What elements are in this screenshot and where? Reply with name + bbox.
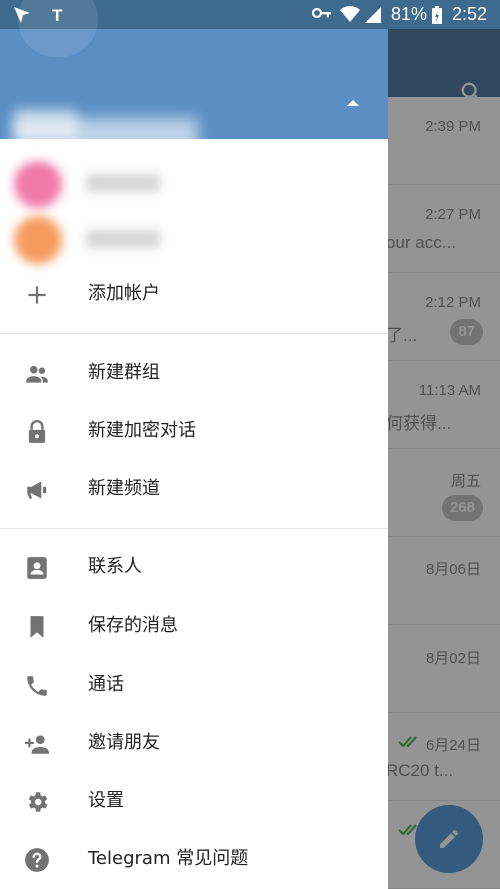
- divider: [0, 333, 388, 334]
- menu-item-label: 新建频道: [88, 478, 160, 499]
- menu-item-label: 新建群组: [88, 362, 160, 383]
- settings-item[interactable]: 设置: [0, 772, 388, 830]
- notification-letter: T: [52, 6, 63, 25]
- send-icon: [14, 7, 30, 23]
- key-icon: [312, 7, 331, 19]
- navigation-drawer: 添加帐户 新建群组 新建加密对话 新建频道 联系人 保存的消息 通话 邀请朋友 …: [0, 0, 388, 889]
- avatar: [14, 160, 62, 208]
- battery-percent: 81%: [391, 4, 428, 24]
- avatar: [14, 216, 62, 264]
- menu-item-label: 联系人: [88, 556, 142, 577]
- gear-icon: [28, 792, 48, 812]
- menu-item-label: 新建加密对话: [88, 420, 196, 441]
- contacts-icon: [27, 557, 47, 579]
- invite-friend-icon: [25, 735, 49, 754]
- menu-item-label: Telegram 常见问题: [88, 848, 249, 869]
- menu-item-label: 添加帐户: [88, 283, 160, 304]
- saved-messages-item[interactable]: 保存的消息: [0, 597, 388, 655]
- menu-item-label: 保存的消息: [88, 615, 178, 636]
- battery-icon: [432, 6, 442, 24]
- account-name-redacted: [86, 174, 160, 192]
- group-icon: [26, 365, 48, 383]
- lock-icon: [28, 420, 46, 443]
- megaphone-icon: [27, 481, 47, 499]
- menu-item-label: 邀请朋友: [88, 732, 160, 753]
- collapse-accounts-icon[interactable]: [346, 98, 360, 108]
- divider: [0, 528, 388, 529]
- invite-friends-item[interactable]: 邀请朋友: [0, 714, 388, 772]
- new-secret-chat-item[interactable]: 新建加密对话: [0, 402, 388, 460]
- help-icon: [25, 848, 49, 872]
- faq-item[interactable]: Telegram 常见问题: [0, 830, 388, 888]
- menu-item-label: 通话: [88, 674, 124, 695]
- status-bar: T 81% 2:52: [0, 0, 500, 57]
- signal-icon: [365, 7, 381, 23]
- new-channel-item[interactable]: 新建频道: [0, 460, 388, 518]
- add-account-button[interactable]: 添加帐户: [0, 265, 388, 323]
- new-group-item[interactable]: 新建群组: [0, 344, 388, 402]
- account-switch-item[interactable]: [0, 152, 388, 210]
- account-name-redacted: [86, 230, 160, 248]
- calls-item[interactable]: 通话: [0, 656, 388, 714]
- contacts-item[interactable]: 联系人: [0, 538, 388, 596]
- menu-item-label: 设置: [88, 790, 124, 811]
- wifi-icon: [340, 6, 360, 22]
- bookmark-icon: [30, 616, 44, 638]
- clock: 2:52: [452, 4, 488, 24]
- account-switch-item[interactable]: [0, 208, 388, 266]
- phone-icon: [27, 676, 47, 696]
- account-phone-redacted: [14, 118, 198, 158]
- plus-icon: [28, 286, 46, 304]
